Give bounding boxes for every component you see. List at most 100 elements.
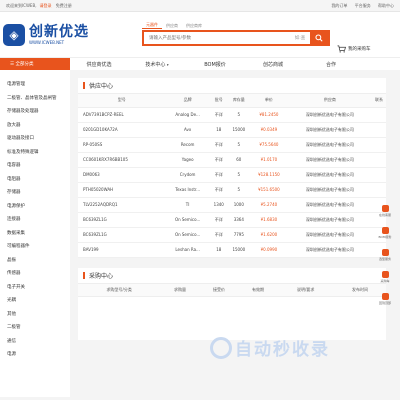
nav-item-cooperation[interactable]: 合作 — [302, 61, 360, 68]
side-tool-icon — [381, 293, 389, 300]
batch-cell: 不详 — [209, 212, 228, 228]
nav-item-bom-quote[interactable]: BOM报价 — [186, 61, 244, 68]
supplier-cell: 深圳创新优选电子有限公司 — [287, 197, 372, 213]
search-area: 元器件 供应商 供应商库 如:查 — [142, 21, 330, 46]
side-tool-button[interactable]: 选型服务 — [378, 249, 392, 269]
contact-cell[interactable] — [371, 152, 386, 168]
brand-cell: Leshan Ra... — [165, 242, 210, 258]
nav-item-mall[interactable]: 创芯商城 — [244, 61, 302, 68]
sidebar-category-item[interactable]: 数据采集 — [0, 227, 70, 241]
brand-cell: Crydom — [165, 167, 210, 183]
sidebar-category-item[interactable]: 二极管、晶体管及晶闸管 — [0, 92, 70, 106]
sidebar-category-item[interactable]: 光耦 — [0, 294, 70, 308]
side-tool-icon — [381, 205, 389, 212]
brand-cell: Texas Instr... — [165, 182, 210, 198]
sidebar-category-item[interactable]: 通信 — [0, 335, 70, 349]
supply-column-header: 单价 — [249, 94, 288, 108]
side-tool-label: 回到顶部 — [378, 301, 391, 305]
sidebar-category-item[interactable]: 电源保护 — [0, 200, 70, 214]
side-tool-button[interactable]: 采购车 — [378, 271, 392, 291]
search-tab-components[interactable]: 元器件 — [142, 22, 162, 29]
cart-button[interactable]: 我的采购车 — [337, 45, 371, 53]
supply-column-header: 库存量 — [227, 94, 250, 108]
contact-cell[interactable] — [371, 182, 386, 198]
supplier-cell: 深圳创新优选电子有限公司 — [287, 182, 372, 198]
sidebar-category-item[interactable]: 二极管 — [0, 321, 70, 335]
sidebar-category-item[interactable]: 可编程器件 — [0, 240, 70, 254]
side-tool-button[interactable]: BOM服务 — [378, 227, 392, 247]
sidebar-category-item[interactable]: 电子开关 — [0, 281, 70, 295]
side-tool-icon — [381, 227, 389, 234]
search-icon — [315, 34, 323, 42]
sidebar-category-item[interactable]: 其他 — [0, 308, 70, 322]
side-tool-button[interactable]: 在线客服 — [378, 205, 392, 225]
supply-table-row[interactable]: BC639ZL1G On Semico... 不详 7795 ¥1.6200 深圳创新优选… — [78, 227, 386, 243]
sidebar-category-item[interactable]: 连接器 — [0, 213, 70, 227]
price-cell: ¥75.5640 — [249, 137, 288, 153]
nav-item-preferred-suppliers[interactable]: 供应商优选 — [70, 61, 128, 68]
all-categories-label: 全部分类 — [15, 62, 34, 67]
supplier-cell: 深圳创新优选电子有限公司 — [287, 227, 372, 243]
side-tool-label: 采购车 — [380, 279, 390, 283]
supply-table-row[interactable]: PTH05020WAH Texas Instr... 不详 5 ¥151.6500 深圳创… — [78, 182, 386, 198]
supply-table-row[interactable]: DM0063 Crydom 不详 5 ¥128.1150 深圳创新优选电子有限公司 — [78, 167, 386, 183]
supply-column-header: 供应商 — [287, 94, 372, 108]
supply-table-row[interactable]: BC639ZL1G On Semico... 不详 3364 ¥1.6830 深圳创新优选… — [78, 212, 386, 228]
stock-cell: 15000 — [227, 122, 250, 138]
contact-cell[interactable] — [371, 122, 386, 138]
stock-cell: 1000 — [227, 197, 250, 213]
contact-cell[interactable] — [371, 137, 386, 153]
supply-table-row[interactable]: CC0601KRX7R6BB105 Yageo 不详 60 ¥1.0170 深圳创新优选电… — [78, 152, 386, 168]
sidebar-category-item[interactable]: 电阻器 — [0, 173, 70, 187]
price-cell: ¥5.2740 — [249, 197, 288, 213]
search-input[interactable] — [144, 32, 290, 44]
supply-table-row[interactable]: BAV199 Leshan Ra... 18 15000 ¥0.0990 深圳创新优选电子… — [78, 242, 386, 258]
my-orders-link[interactable]: 我的订单 — [331, 3, 347, 8]
price-cell: ¥0.0990 — [249, 242, 288, 258]
register-link[interactable]: 免费注册 — [56, 3, 72, 8]
logo-name: 创新优选 — [29, 23, 89, 40]
sidebar-category-item[interactable]: 标准及特殊逻辑 — [0, 146, 70, 160]
search-tab-suppliers[interactable]: 供应商 — [162, 23, 182, 29]
side-tool-icon — [381, 271, 389, 278]
welcome-text: 欢迎来到ICWEB, — [6, 2, 37, 8]
search-button[interactable] — [310, 32, 328, 44]
supply-table-row[interactable]: 0201GD10KA72A Avx 18 15000 ¥0.0349 深圳创新优选电子有限… — [78, 122, 386, 138]
brand-cell: Recom — [165, 137, 210, 153]
sidebar-category-item[interactable]: 存储器 — [0, 186, 70, 200]
sidebar-category-item[interactable]: 电容器 — [0, 159, 70, 173]
model-cell: DM0063 — [78, 167, 166, 183]
supply-table-row[interactable]: ADV7391BCPZ-REEL Analog De... 不详 5 ¥81.2450 深… — [78, 107, 386, 123]
model-cell: ADV7391BCPZ-REEL — [78, 107, 166, 123]
purchase-center-title: 采购中心 — [78, 268, 386, 284]
brand-cell: On Semico... — [165, 212, 210, 228]
supply-table-row[interactable]: TLV2252AQDRQ1 TI 1340 1000 ¥5.2740 深圳创新优选电子有限… — [78, 197, 386, 213]
sidebar-category-item[interactable]: 存储器及处理器 — [0, 105, 70, 119]
contact-cell[interactable] — [371, 107, 386, 123]
contact-cell[interactable] — [371, 167, 386, 183]
login-link[interactable]: 请登录 — [39, 3, 51, 8]
supplier-cell: 深圳创新优选电子有限公司 — [287, 242, 372, 258]
sidebar-category-item[interactable]: 电源 — [0, 348, 70, 362]
supplier-cell: 深圳创新优选电子有限公司 — [287, 212, 372, 228]
sidebar-category-item[interactable]: 晶振 — [0, 254, 70, 268]
model-cell: RP-050SS — [78, 137, 166, 153]
supplier-cell: 深圳创新优选电子有限公司 — [287, 167, 372, 183]
sidebar-category-item[interactable]: 驱动器及接口 — [0, 132, 70, 146]
sidebar-category-item[interactable]: 传感器 — [0, 267, 70, 281]
help-center-link[interactable]: 帮助中心 — [378, 3, 394, 8]
sidebar-category-item[interactable]: 电源管理 — [0, 78, 70, 92]
brand-cell: Analog De... — [165, 107, 210, 123]
site-logo[interactable]: ◈ 创新优选 WWW.ICWEB.NET — [3, 23, 123, 46]
side-toolbar: 在线客服 BOM服务选型服务采购车回到顶部 — [378, 205, 392, 315]
sidebar-category-item[interactable]: 放大器 — [0, 119, 70, 133]
price-cell: ¥0.0349 — [249, 122, 288, 138]
platform-service-link[interactable]: 平台服务 — [355, 3, 371, 8]
stock-cell: 5 — [227, 182, 250, 198]
supply-table-row[interactable]: RP-050SS Recom 不详 5 ¥75.5640 深圳创新优选电子有限公司 — [78, 137, 386, 153]
supply-column-header: 型号 — [78, 94, 166, 108]
nav-item-tech-center[interactable]: 技术中心 ▾ — [128, 61, 186, 68]
all-categories-button[interactable]: ☰ 全部分类 — [0, 57, 70, 71]
side-tool-button[interactable]: 回到顶部 — [378, 293, 392, 313]
search-tab-supplier-library[interactable]: 供应商库 — [182, 23, 206, 29]
